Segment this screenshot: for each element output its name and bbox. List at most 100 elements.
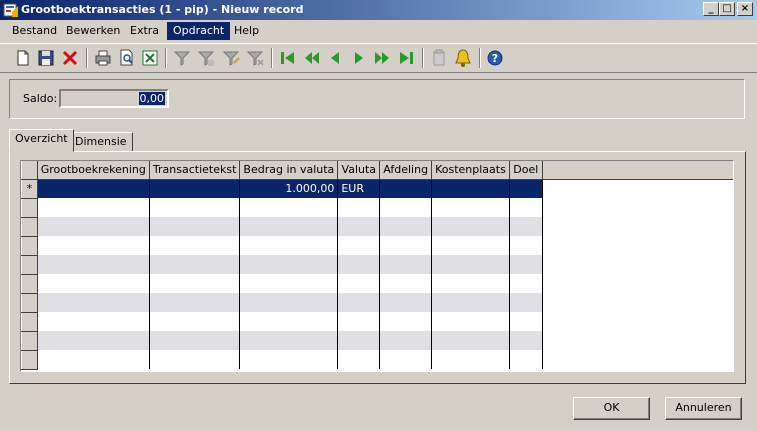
row-marker[interactable]: [21, 311, 38, 332]
table-cell[interactable]: [379, 331, 433, 350]
table-cell[interactable]: [239, 350, 339, 369]
previous-page-icon[interactable]: [302, 48, 322, 68]
previous-record-icon[interactable]: [325, 48, 345, 68]
table-cell[interactable]: [431, 274, 510, 293]
table-cell[interactable]: [37, 331, 150, 350]
ok-button[interactable]: OK: [573, 397, 650, 420]
table-row[interactable]: [21, 216, 733, 237]
table-cell[interactable]: [431, 179, 510, 198]
table-cell[interactable]: [337, 217, 381, 236]
table-cell[interactable]: [431, 331, 510, 350]
table-cell[interactable]: [239, 198, 339, 217]
table-row[interactable]: [21, 273, 733, 294]
table-cell[interactable]: [509, 312, 543, 331]
table-row[interactable]: [21, 349, 733, 370]
table-row[interactable]: [21, 254, 733, 275]
remove-filter-icon[interactable]: [245, 48, 265, 68]
table-cell[interactable]: [337, 312, 381, 331]
table-cell[interactable]: [149, 255, 241, 274]
help-icon[interactable]: ?: [485, 48, 505, 68]
table-cell[interactable]: [431, 293, 510, 312]
table-cell[interactable]: [239, 312, 339, 331]
table-cell[interactable]: [509, 331, 543, 350]
table-cell[interactable]: [149, 179, 241, 198]
table-cell[interactable]: [379, 179, 433, 198]
document-icon[interactable]: [429, 48, 449, 68]
table-cell[interactable]: [239, 274, 339, 293]
saldo-field[interactable]: 0,00: [59, 89, 169, 108]
table-row[interactable]: [21, 311, 733, 332]
table-cell[interactable]: [37, 350, 150, 369]
table-cell[interactable]: [337, 331, 381, 350]
table-cell[interactable]: [239, 217, 339, 236]
table-cell[interactable]: [37, 255, 150, 274]
column-header[interactable]: Grootboekrekening: [37, 161, 150, 180]
table-cell[interactable]: [431, 198, 510, 217]
save-icon[interactable]: [36, 48, 56, 68]
table-cell[interactable]: [149, 312, 241, 331]
cancel-button[interactable]: Annuleren: [665, 397, 742, 420]
title-bar[interactable]: Grootboektransacties (1 - pip) - Nieuw r…: [0, 0, 757, 20]
column-header[interactable]: Bedrag in valuta: [239, 161, 339, 180]
table-cell[interactable]: [431, 312, 510, 331]
column-header[interactable]: Transactietekst: [149, 161, 241, 180]
next-page-icon[interactable]: [372, 48, 392, 68]
row-marker[interactable]: [21, 330, 38, 351]
table-cell[interactable]: [379, 217, 433, 236]
table-row[interactable]: [21, 330, 733, 351]
close-button[interactable]: ×: [737, 2, 753, 16]
table-cell[interactable]: [509, 179, 543, 198]
print-icon[interactable]: [93, 48, 113, 68]
table-cell[interactable]: [37, 236, 150, 255]
table-cell[interactable]: [37, 293, 150, 312]
column-header[interactable]: Kostenplaats: [431, 161, 510, 180]
tab-dimensie[interactable]: Dimensie: [69, 132, 133, 152]
row-marker[interactable]: [21, 235, 38, 256]
last-record-icon[interactable]: [396, 48, 416, 68]
row-marker[interactable]: [21, 254, 38, 275]
table-cell[interactable]: [509, 198, 543, 217]
table-cell[interactable]: [337, 274, 381, 293]
alert-icon[interactable]: [453, 48, 473, 68]
table-cell[interactable]: [239, 236, 339, 255]
row-marker[interactable]: [21, 292, 38, 313]
table-cell[interactable]: [239, 293, 339, 312]
table-cell[interactable]: [379, 255, 433, 274]
table-cell[interactable]: [379, 350, 433, 369]
delete-icon[interactable]: [60, 48, 80, 68]
row-marker[interactable]: [21, 216, 38, 237]
tab-overzicht[interactable]: Overzicht: [9, 129, 74, 152]
table-cell[interactable]: [149, 274, 241, 293]
table-cell[interactable]: [337, 350, 381, 369]
menu-help[interactable]: Help: [228, 22, 265, 40]
table-cell[interactable]: [149, 293, 241, 312]
filter-selection-icon[interactable]: [196, 48, 216, 68]
row-marker[interactable]: [21, 349, 38, 370]
table-cell[interactable]: [149, 198, 241, 217]
table-cell[interactable]: [379, 293, 433, 312]
table-cell[interactable]: [149, 331, 241, 350]
first-record-icon[interactable]: [278, 48, 298, 68]
column-header[interactable]: Afdeling: [379, 161, 433, 180]
table-cell[interactable]: EUR: [337, 179, 381, 198]
table-cell[interactable]: [337, 236, 381, 255]
menu-opdracht[interactable]: Opdracht: [167, 22, 231, 40]
next-record-icon[interactable]: [349, 48, 369, 68]
table-cell[interactable]: [379, 274, 433, 293]
table-cell[interactable]: [239, 331, 339, 350]
table-row[interactable]: * 1.000,00 EUR: [21, 178, 733, 199]
table-cell[interactable]: [379, 236, 433, 255]
table-cell[interactable]: [337, 293, 381, 312]
table-row[interactable]: [21, 197, 733, 218]
menu-bewerken[interactable]: Bewerken: [60, 22, 126, 40]
table-cell[interactable]: [431, 350, 510, 369]
excel-icon[interactable]: [140, 48, 160, 68]
table-cell[interactable]: [37, 312, 150, 331]
table-row[interactable]: [21, 292, 733, 313]
table-cell[interactable]: [379, 312, 433, 331]
table-cell[interactable]: [509, 255, 543, 274]
table-cell[interactable]: [149, 350, 241, 369]
table-cell[interactable]: [509, 217, 543, 236]
table-cell[interactable]: [337, 255, 381, 274]
table-cell[interactable]: [379, 198, 433, 217]
